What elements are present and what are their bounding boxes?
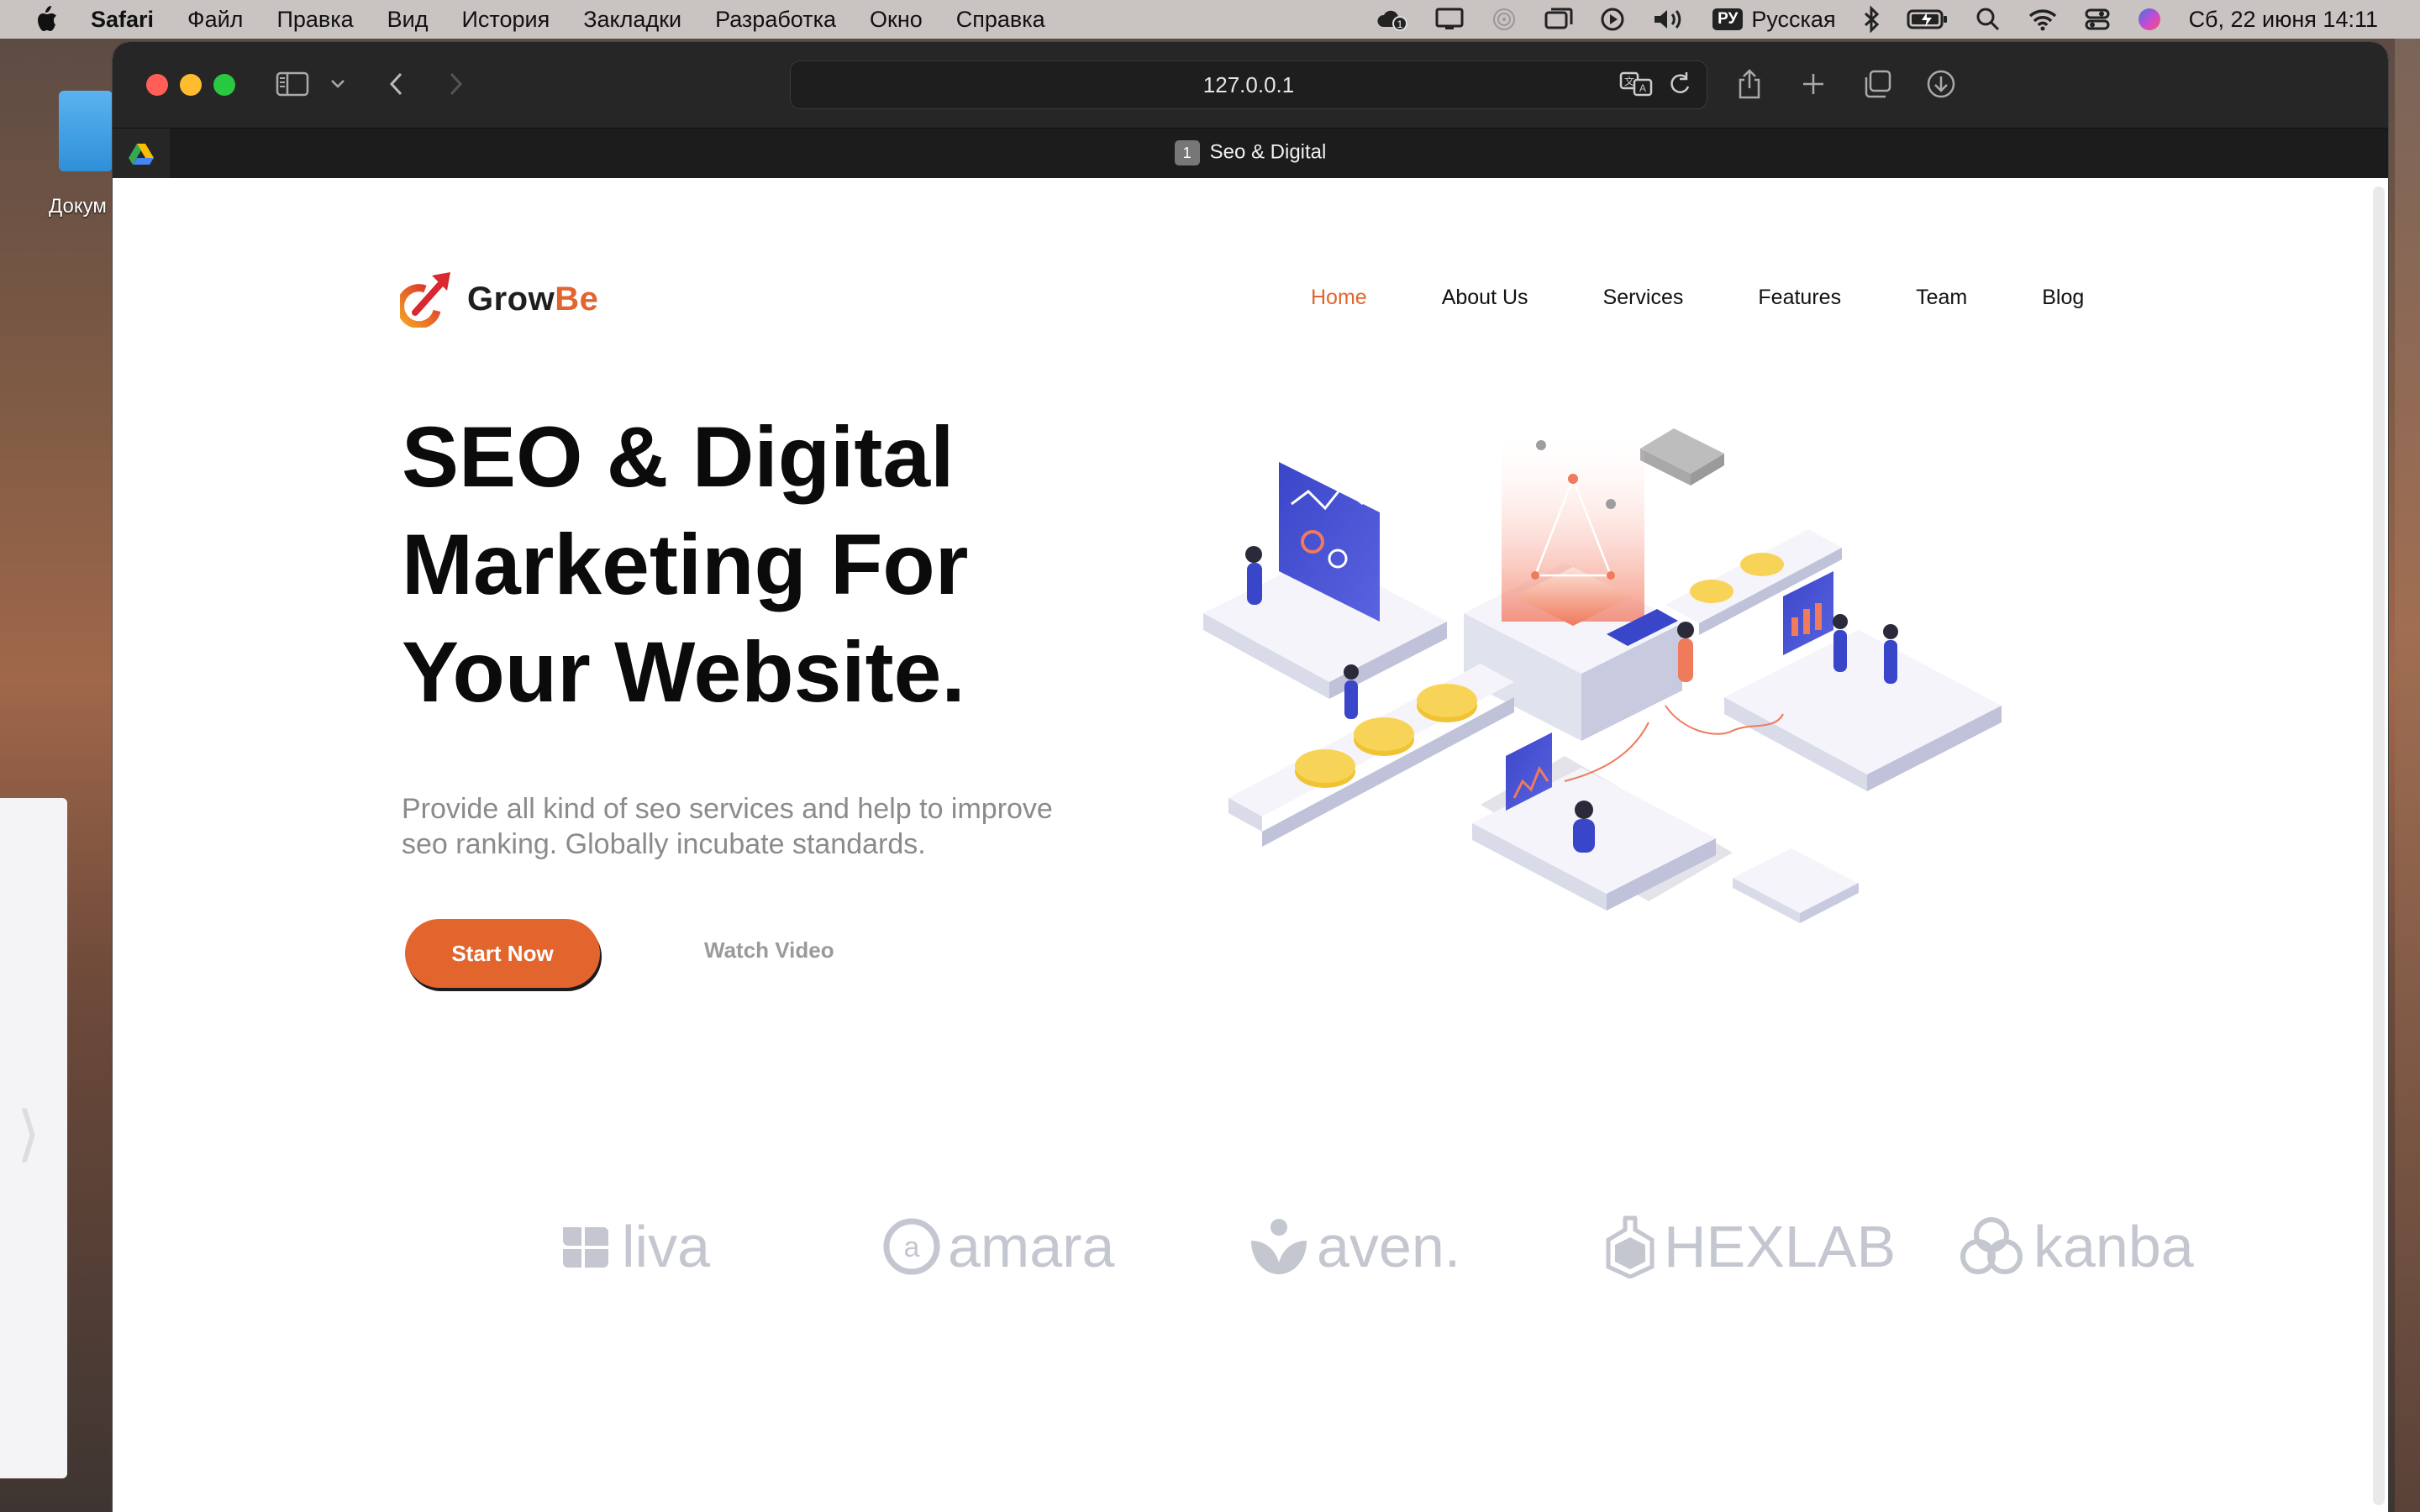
brand-logos: liva a amara aven. HEXLAB kanba: [429, 1213, 2194, 1305]
tab-overview-icon[interactable]: [1860, 67, 1894, 101]
play-icon[interactable]: [1600, 7, 1625, 32]
menu-view[interactable]: Вид: [387, 7, 429, 33]
forward-icon[interactable]: [439, 67, 472, 101]
brand-kanba: kanba: [1956, 1213, 2194, 1280]
spotlight-search-icon[interactable]: [1975, 7, 2001, 32]
translate-icon[interactable]: 文A: [1619, 70, 1653, 102]
menu-help[interactable]: Справка: [956, 7, 1045, 33]
liva-logo-icon: [563, 1227, 608, 1268]
menu-file[interactable]: Файл: [187, 7, 243, 33]
brand-aven: aven.: [1248, 1213, 1460, 1280]
brand-hexlab: HEXLAB: [1603, 1213, 1896, 1280]
reload-icon[interactable]: [1668, 70, 1691, 102]
hexlab-logo-icon: [1606, 1215, 1655, 1278]
svg-text:文: 文: [1624, 75, 1634, 87]
active-tab[interactable]: 1 Seo & Digital: [113, 140, 2388, 165]
display-icon[interactable]: [1435, 8, 1464, 31]
apple-icon[interactable]: [34, 5, 59, 34]
main-nav: Home About Us Services Features Team Blo…: [1311, 286, 2084, 310]
menu-develop[interactable]: Разработка: [715, 7, 836, 33]
hero-title-line-3: Your Website.: [402, 624, 965, 720]
brand-hexlab-text: HEXLAB: [1664, 1214, 1897, 1279]
hero-title-line-1: SEO & Digital: [402, 409, 955, 505]
airdrop-icon[interactable]: [1491, 7, 1518, 32]
brand-liva: liva: [556, 1213, 710, 1280]
watch-video-link[interactable]: Watch Video: [704, 937, 834, 963]
tab-title: Seo & Digital: [1209, 140, 1327, 164]
control-center-icon[interactable]: [2085, 8, 2110, 31]
sidebar-toggle-icon[interactable]: [276, 67, 309, 101]
new-tab-icon[interactable]: [1797, 67, 1830, 101]
hero-isometric-illustration: [1203, 428, 2002, 923]
input-source[interactable]: РУ Русская: [1712, 7, 1836, 33]
nav-about-us[interactable]: About Us: [1442, 286, 1528, 310]
downloads-icon[interactable]: [1924, 67, 1958, 101]
browser-toolbar: 127.0.0.1 文A: [113, 42, 2388, 128]
svg-text:1: 1: [1397, 18, 1403, 30]
wifi-icon[interactable]: [2028, 8, 2058, 31]
nav-home[interactable]: Home: [1311, 286, 1367, 310]
status-area: 1 РУ Русская Сб, 22 июня 14:11: [1349, 0, 2420, 39]
browser-window: 127.0.0.1 文A 1 Seo & Digital GrowBe Home…: [113, 42, 2388, 1512]
menu-edit[interactable]: Правка: [276, 7, 353, 33]
menu-app-safari[interactable]: Safari: [91, 7, 154, 33]
tab-bar: 1 Seo & Digital: [113, 128, 2388, 179]
brand-liva-text: liva: [622, 1214, 711, 1279]
start-now-button[interactable]: Start Now: [405, 919, 600, 988]
share-icon[interactable]: [1733, 67, 1766, 101]
hero-title: SEO & Digital Marketing For Your Website…: [402, 403, 1158, 726]
amara-logo-icon: a: [883, 1218, 940, 1275]
input-language: Русская: [1751, 6, 1836, 32]
nav-blog[interactable]: Blog: [2042, 286, 2084, 310]
nav-services[interactable]: Services: [1603, 286, 1684, 310]
web-page: GrowBe Home About Us Services Features T…: [113, 178, 2388, 1512]
svg-text:a: a: [904, 1231, 920, 1263]
brand-kanba-text: kanba: [2033, 1214, 2194, 1279]
nav-team[interactable]: Team: [1916, 286, 1967, 310]
screen-mirroring-icon[interactable]: [1544, 8, 1573, 31]
menu-bookmarks[interactable]: Закладки: [583, 7, 681, 33]
logo-wordmark: GrowBe: [467, 281, 598, 318]
page-scrollbar[interactable]: [2373, 186, 2385, 1505]
nav-features[interactable]: Features: [1758, 286, 1841, 310]
input-badge: РУ: [1712, 8, 1744, 30]
site-logo[interactable]: GrowBe: [400, 270, 598, 328]
brand-amara: a amara: [882, 1213, 1114, 1280]
address-text: 127.0.0.1: [1202, 71, 1295, 97]
menu-bar: Safari Файл Правка Вид История Закладки …: [0, 0, 2420, 39]
chevron-down-icon[interactable]: [321, 67, 355, 101]
bluetooth-icon[interactable]: [1863, 6, 1880, 33]
desktop-folder-label: Докум: [49, 195, 107, 218]
back-icon[interactable]: [380, 67, 413, 101]
creative-cloud-icon[interactable]: 1: [1376, 7, 1408, 32]
volume-icon[interactable]: [1652, 8, 1686, 31]
tab-number-badge: 1: [1174, 140, 1200, 165]
hero-subtitle: Provide all kind of seo services and hel…: [402, 793, 1053, 860]
address-bar[interactable]: 127.0.0.1 文A: [790, 60, 1707, 109]
logo-text-main: Grow: [467, 280, 555, 318]
siri-icon[interactable]: [2137, 7, 2162, 32]
logo-rocket-icon: [400, 272, 450, 328]
brand-aven-text: aven.: [1317, 1214, 1461, 1279]
hero-title-line-2: Marketing For: [402, 517, 969, 612]
close-window-button[interactable]: [146, 74, 168, 96]
zoom-window-button[interactable]: [213, 74, 235, 96]
desktop-folder-icon[interactable]: [59, 91, 113, 171]
kanba-logo-icon: [1960, 1217, 2023, 1274]
menu-history[interactable]: История: [462, 7, 550, 33]
menu-clock[interactable]: Сб, 22 июня 14:11: [2189, 7, 2378, 33]
svg-text:A: A: [1639, 82, 1646, 94]
side-panel-handle-icon[interactable]: ⟩: [17, 1100, 40, 1168]
menu-window[interactable]: Окно: [870, 7, 923, 33]
minimize-window-button[interactable]: [180, 74, 202, 96]
aven-logo-icon: [1251, 1219, 1307, 1274]
logo-text-accent: Be: [555, 280, 599, 318]
brand-amara-text: amara: [948, 1214, 1115, 1279]
desktop-background-strip: [2395, 39, 2420, 1512]
battery-icon[interactable]: [1907, 8, 1949, 30]
